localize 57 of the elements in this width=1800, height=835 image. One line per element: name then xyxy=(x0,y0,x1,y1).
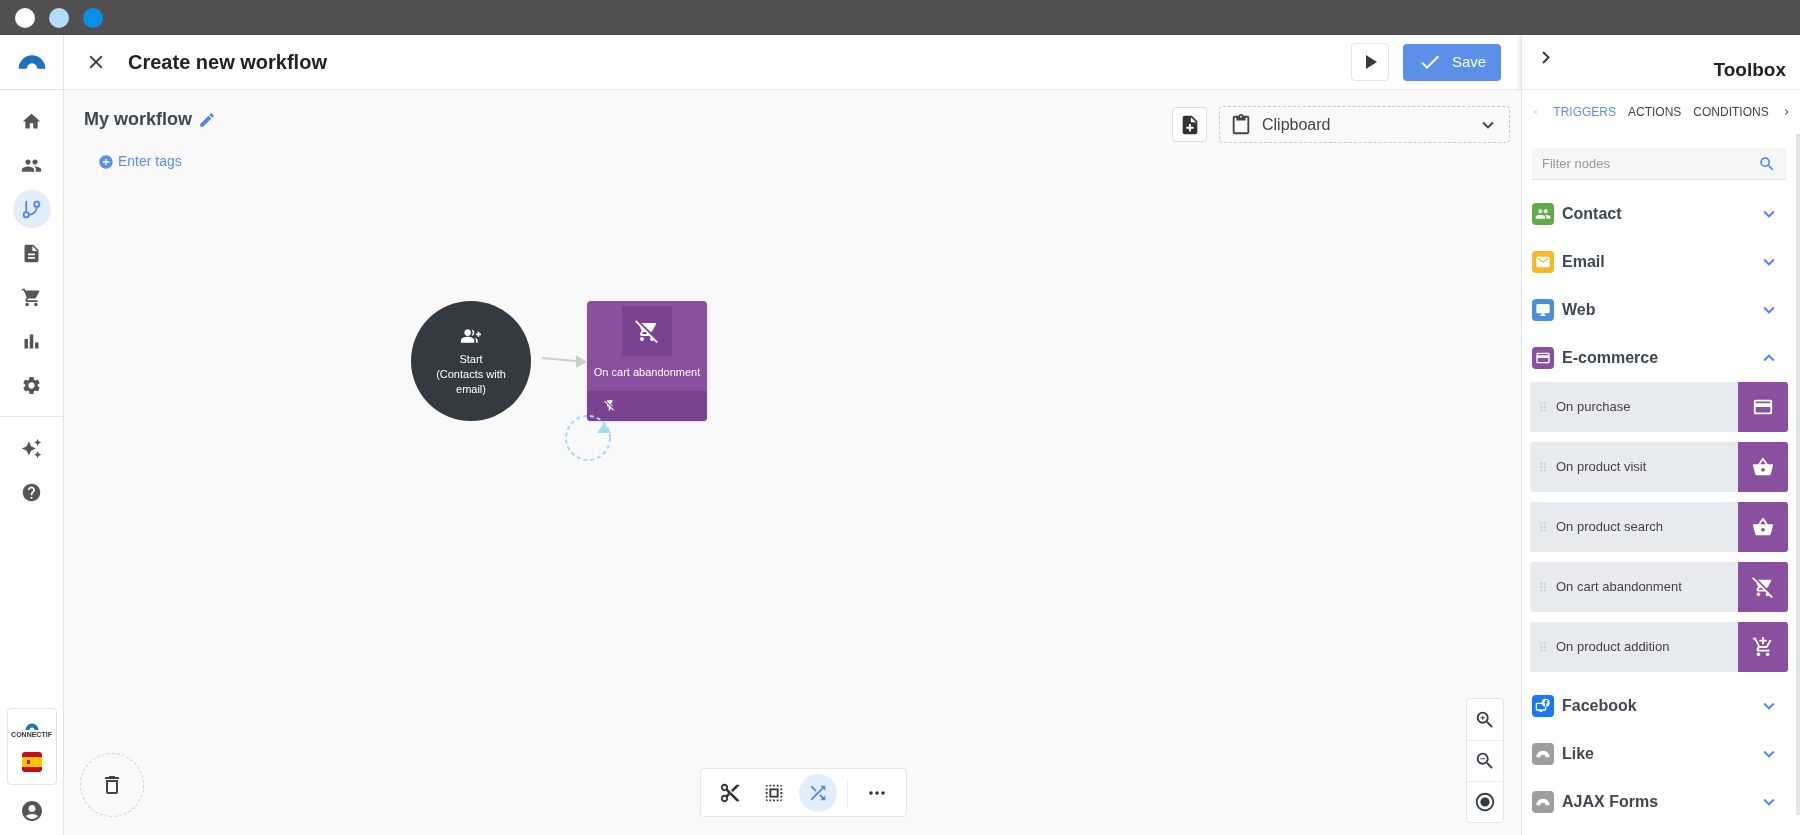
pencil-icon xyxy=(198,110,216,129)
toolbox-node[interactable]: On product addition xyxy=(1530,622,1788,672)
toolbox-node[interactable]: On cart abandonment xyxy=(1530,562,1788,612)
category-header[interactable]: Web xyxy=(1532,286,1786,334)
workflow-name: My workflow xyxy=(84,108,192,131)
category-header[interactable]: Like xyxy=(1532,730,1786,778)
node-label: Start xyxy=(459,351,483,367)
more-icon xyxy=(869,790,885,795)
plus-icon xyxy=(98,153,114,170)
help-icon xyxy=(21,481,42,503)
category-header[interactable]: AJAX Forms xyxy=(1532,778,1786,826)
toolbox-title: Toolbox xyxy=(1713,58,1786,82)
settings-icon xyxy=(21,374,42,396)
search-icon[interactable] xyxy=(1758,155,1776,173)
zoom-out-icon xyxy=(1474,750,1496,772)
node-label: On cart abandonment xyxy=(593,365,701,380)
toolbox-tab[interactable]: ACTIONS xyxy=(1628,103,1682,121)
sidebar-item[interactable] xyxy=(12,190,51,228)
basket-icon xyxy=(1752,456,1774,478)
cart-icon xyxy=(21,286,42,308)
toolbox-node[interactable]: On product visit xyxy=(1530,442,1788,492)
workflow-icon xyxy=(21,198,42,220)
category-header[interactable]: Contact xyxy=(1532,190,1786,238)
scissors-icon xyxy=(719,781,741,804)
avatar-icon[interactable] xyxy=(19,799,44,823)
node-name: On cart abandonment xyxy=(1556,578,1682,597)
cart-add-icon xyxy=(1752,636,1774,658)
toolbox-node[interactable]: On purchase xyxy=(1530,382,1788,432)
node-name: On purchase xyxy=(1556,398,1631,417)
add-note-button[interactable] xyxy=(1172,107,1207,142)
trigger-node[interactable]: On cart abandonment xyxy=(587,301,707,421)
window-title: Create new workflow xyxy=(128,50,327,75)
edit-button[interactable] xyxy=(198,110,216,129)
toolbox-node[interactable]: On product search xyxy=(1530,502,1788,552)
document-icon xyxy=(21,242,42,264)
target-icon xyxy=(1474,791,1496,813)
chevron-right-icon xyxy=(1542,50,1550,64)
node-sublabel: (Contacts with email) xyxy=(435,366,507,397)
flag-icon xyxy=(21,752,42,772)
clipboard-icon xyxy=(1230,113,1252,136)
category-header[interactable]: Email xyxy=(1532,238,1786,286)
cart-off-icon xyxy=(635,319,659,343)
flash-off-icon xyxy=(603,399,617,413)
filter-field[interactable]: Filter nodes xyxy=(1532,148,1786,180)
basket-icon xyxy=(1752,516,1774,538)
start-node[interactable]: Start (Contacts with email) xyxy=(411,301,531,421)
run-button[interactable] xyxy=(1351,43,1389,81)
toolbox-tab[interactable]: CONDITIONS xyxy=(1693,103,1769,121)
cart-off-icon xyxy=(1752,576,1774,598)
node-name: On product search xyxy=(1556,518,1663,537)
category-header[interactable]: Facebook xyxy=(1532,682,1786,730)
clipboard-dropdown[interactable]: Clipboard xyxy=(1219,106,1510,143)
node-name: On product addition xyxy=(1556,638,1670,657)
node-name: On product visit xyxy=(1556,458,1647,477)
sparkles-icon xyxy=(21,437,42,459)
category-header[interactable]: E-commerce xyxy=(1532,334,1786,382)
connector-arrow xyxy=(541,355,587,368)
